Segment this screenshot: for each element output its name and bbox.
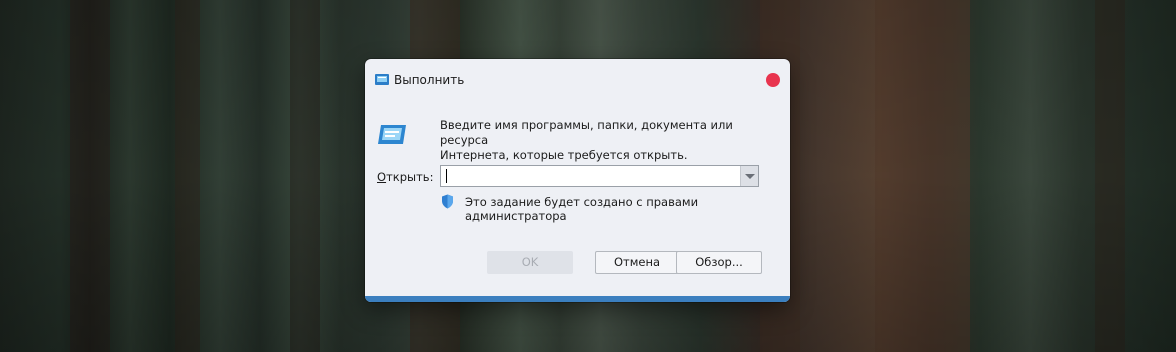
run-dialog: Выполнить Введите имя программы, папки, …	[365, 59, 790, 302]
open-combobox[interactable]	[440, 165, 759, 187]
description-line: Интернета, которые требуется открыть.	[440, 148, 688, 162]
ok-button[interactable]: OK	[487, 251, 573, 274]
accent-bar	[365, 296, 790, 302]
open-label: Открыть:	[377, 170, 433, 184]
dropdown-button[interactable]	[740, 166, 758, 186]
browse-button[interactable]: Обзор...	[676, 251, 762, 274]
description-line: Введите имя программы, папки, документа …	[440, 118, 733, 147]
text-caret	[446, 169, 447, 183]
open-label-text: ткрыть:	[386, 170, 434, 184]
description: Введите имя программы, папки, документа …	[440, 118, 780, 163]
shield-icon	[442, 194, 453, 209]
close-button[interactable]	[766, 73, 780, 87]
run-icon	[375, 74, 389, 85]
open-input[interactable]	[441, 166, 753, 186]
admin-note: Это задание будет создано с правами адми…	[465, 195, 699, 223]
run-icon	[378, 125, 406, 144]
window-title: Выполнить	[394, 73, 465, 87]
cancel-button[interactable]: Отмена	[595, 251, 679, 274]
open-label-accesskey: О	[377, 170, 387, 184]
title-bar[interactable]: Выполнить	[365, 59, 790, 99]
